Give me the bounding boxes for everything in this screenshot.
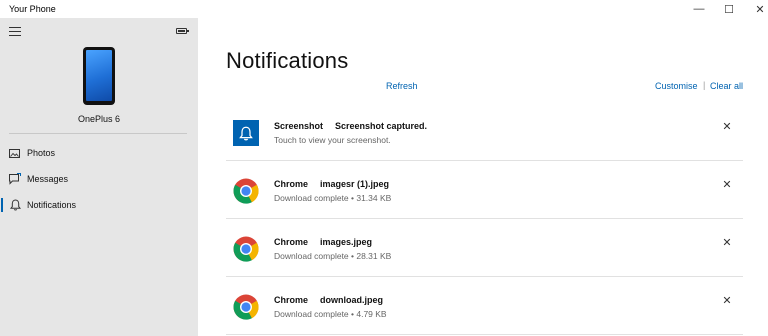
dismiss-notification-button[interactable]: ✕ [720,236,734,250]
page-title: Notifications [226,48,349,73]
notification-title: images.jpeg [320,237,373,247]
close-window-button[interactable]: ✕ [744,0,768,18]
sidebar-item-photos[interactable]: Photos [0,142,198,164]
notification-item[interactable]: Chrome images.jpeg Download complete • 28… [226,219,743,277]
sidebar-item-label: Photos [27,148,56,158]
messages-icon [9,173,21,185]
bell-icon [9,199,21,211]
screenshot-bell-icon [233,120,259,146]
notification-body: Download complete • 31.34 KB [274,193,392,203]
link-separator: | [703,80,706,90]
notification-item[interactable]: Chrome download.jpeg Download complete • … [226,277,743,335]
refresh-link[interactable]: Refresh [386,81,418,91]
close-icon: ✕ [722,179,732,191]
minimize-icon: — [693,3,705,15]
title-bar: Your Phone — ☐ ✕ [0,0,768,18]
photos-icon [9,147,21,159]
close-icon: ✕ [755,3,765,16]
dismiss-notification-button[interactable]: ✕ [720,120,734,134]
notification-heading: Chrome imagesr (1).jpeg [274,179,389,189]
notification-heading: Screenshot Screenshot captured. [274,121,427,131]
chrome-icon [233,294,259,320]
notification-heading: Chrome download.jpeg [274,295,383,305]
notification-app-name: Screenshot [274,121,324,131]
notification-title: imagesr (1).jpeg [320,179,390,189]
chrome-icon [233,236,259,262]
maximize-icon: ☐ [724,3,734,16]
close-icon: ✕ [722,121,732,133]
chrome-icon [233,178,259,204]
phone-image [83,47,115,105]
sidebar-item-messages[interactable]: Messages [0,168,198,190]
close-icon: ✕ [722,237,732,249]
notification-body: Download complete • 28.31 KB [274,251,392,261]
window-title: Your Phone [9,4,56,14]
notification-app-name: Chrome [274,295,309,305]
device-name: OnePlus 6 [77,114,121,124]
sidebar-item-notifications[interactable]: Notifications [0,194,198,216]
notification-body: Touch to view your screenshot. [274,135,391,145]
hamburger-menu-icon[interactable] [9,27,21,36]
notification-title: Screenshot captured. [335,121,428,131]
dismiss-notification-button[interactable]: ✕ [720,294,734,308]
notification-item[interactable]: Chrome imagesr (1).jpeg Download complete… [226,161,743,219]
main-panel: Notifications Refresh Customise | Clear … [198,18,768,336]
clear-all-link[interactable]: Clear all [710,81,743,91]
sidebar-item-label: Notifications [27,200,77,210]
sidebar: OnePlus 6 Photos Messages Notifications [0,18,198,336]
maximize-button[interactable]: ☐ [713,0,745,18]
battery-icon [176,28,189,34]
sidebar-item-label: Messages [27,174,69,184]
notification-heading: Chrome images.jpeg [274,237,372,247]
notification-body: Download complete • 4.79 KB [274,309,387,319]
notification-app-name: Chrome [274,237,309,247]
sidebar-divider [9,133,187,134]
minimize-button[interactable]: — [683,0,715,18]
customise-link[interactable]: Customise [655,81,698,91]
notification-title: download.jpeg [320,295,384,305]
close-icon: ✕ [722,295,732,307]
dismiss-notification-button[interactable]: ✕ [720,178,734,192]
notification-app-name: Chrome [274,179,309,189]
notification-item[interactable]: Screenshot Screenshot captured. Touch to … [226,103,743,161]
